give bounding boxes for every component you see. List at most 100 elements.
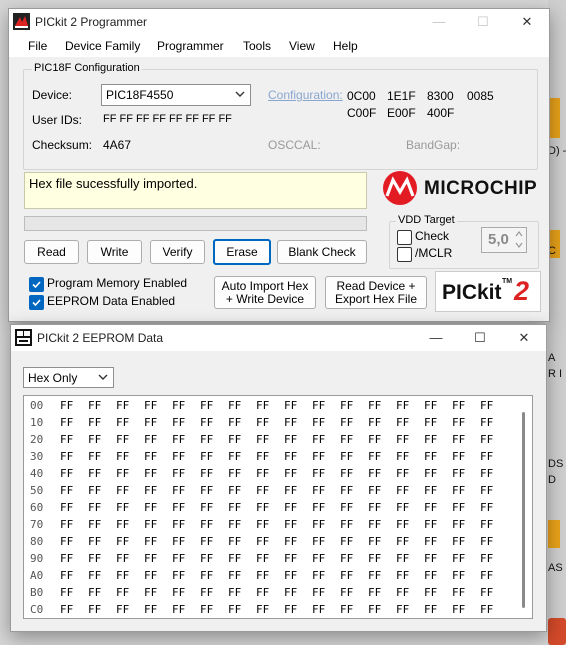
eeprom-cell[interactable]: FF: [200, 484, 213, 497]
eeprom-enabled-checkbox[interactable]: [29, 295, 44, 310]
eeprom-cell[interactable]: FF: [284, 603, 297, 616]
eeprom-cell[interactable]: FF: [60, 518, 73, 531]
eeprom-cell[interactable]: FF: [452, 399, 465, 412]
menu-programmer[interactable]: Programmer: [157, 39, 224, 53]
eeprom-cell[interactable]: FF: [116, 552, 129, 565]
eeprom-cell[interactable]: FF: [340, 518, 353, 531]
eeprom-cell[interactable]: FF: [452, 433, 465, 446]
menu-help[interactable]: Help: [333, 39, 358, 53]
eeprom-cell[interactable]: FF: [368, 552, 381, 565]
eeprom-cell[interactable]: FF: [340, 603, 353, 616]
desktop-icon[interactable]: [548, 618, 566, 645]
eeprom-cell[interactable]: FF: [144, 501, 157, 514]
eeprom-cell[interactable]: FF: [256, 416, 269, 429]
eeprom-cell[interactable]: FF: [424, 603, 437, 616]
eeprom-cell[interactable]: FF: [452, 416, 465, 429]
eeprom-cell[interactable]: FF: [228, 501, 241, 514]
eeprom-cell[interactable]: FF: [396, 433, 409, 446]
eeprom-cell[interactable]: FF: [312, 399, 325, 412]
eeprom-cell[interactable]: FF: [340, 484, 353, 497]
minimize-button[interactable]: —: [417, 9, 461, 35]
eeprom-cell[interactable]: FF: [256, 518, 269, 531]
eeprom-cell[interactable]: FF: [480, 535, 493, 548]
eeprom-cell[interactable]: FF: [480, 433, 493, 446]
eeprom-cell[interactable]: FF: [116, 416, 129, 429]
eeprom-cell[interactable]: FF: [88, 518, 101, 531]
eeprom-cell[interactable]: FF: [116, 467, 129, 480]
eeprom-cell[interactable]: FF: [228, 518, 241, 531]
eeprom-cell[interactable]: FF: [396, 416, 409, 429]
eeprom-cell[interactable]: FF: [340, 467, 353, 480]
eeprom-cell[interactable]: FF: [172, 586, 185, 599]
title-bar[interactable]: PICkit 2 EEPROM Data — ☐ ✕: [11, 325, 546, 351]
eeprom-cell[interactable]: FF: [144, 467, 157, 480]
eeprom-cell[interactable]: FF: [172, 501, 185, 514]
eeprom-cell[interactable]: FF: [284, 535, 297, 548]
eeprom-cell[interactable]: FF: [172, 399, 185, 412]
auto-import-write-button[interactable]: Auto Import Hex + Write Device: [214, 276, 316, 309]
eeprom-cell[interactable]: FF: [480, 569, 493, 582]
title-bar[interactable]: PICkit 2 Programmer — ☐ ✕: [9, 9, 549, 35]
eeprom-cell[interactable]: FF: [60, 569, 73, 582]
eeprom-cell[interactable]: FF: [116, 484, 129, 497]
eeprom-cell[interactable]: FF: [396, 399, 409, 412]
eeprom-cell[interactable]: FF: [116, 399, 129, 412]
eeprom-cell[interactable]: FF: [340, 501, 353, 514]
eeprom-cell[interactable]: FF: [60, 535, 73, 548]
eeprom-cell[interactable]: FF: [424, 501, 437, 514]
eeprom-cell[interactable]: FF: [424, 450, 437, 463]
eeprom-cell[interactable]: FF: [60, 586, 73, 599]
eeprom-cell[interactable]: FF: [172, 535, 185, 548]
eeprom-cell[interactable]: FF: [200, 535, 213, 548]
eeprom-cell[interactable]: FF: [424, 416, 437, 429]
eeprom-cell[interactable]: FF: [256, 552, 269, 565]
eeprom-cell[interactable]: FF: [172, 467, 185, 480]
eeprom-cell[interactable]: FF: [60, 552, 73, 565]
eeprom-cell[interactable]: FF: [396, 535, 409, 548]
eeprom-cell[interactable]: FF: [172, 552, 185, 565]
eeprom-cell[interactable]: FF: [312, 569, 325, 582]
write-button[interactable]: Write: [87, 240, 142, 264]
eeprom-cell[interactable]: FF: [452, 569, 465, 582]
mclr-checkbox[interactable]: [397, 247, 412, 262]
eeprom-cell[interactable]: FF: [200, 518, 213, 531]
eeprom-cell[interactable]: FF: [144, 586, 157, 599]
eeprom-cell[interactable]: FF: [200, 552, 213, 565]
eeprom-cell[interactable]: FF: [480, 552, 493, 565]
eeprom-cell[interactable]: FF: [60, 501, 73, 514]
program-memory-checkbox[interactable]: [29, 277, 44, 292]
eeprom-cell[interactable]: FF: [116, 569, 129, 582]
eeprom-cell[interactable]: FF: [228, 433, 241, 446]
eeprom-cell[interactable]: FF: [284, 433, 297, 446]
eeprom-cell[interactable]: FF: [312, 501, 325, 514]
eeprom-cell[interactable]: FF: [312, 467, 325, 480]
eeprom-cell[interactable]: FF: [228, 484, 241, 497]
eeprom-cell[interactable]: FF: [228, 535, 241, 548]
eeprom-cell[interactable]: FF: [88, 535, 101, 548]
eeprom-cell[interactable]: FF: [228, 586, 241, 599]
menu-device-family[interactable]: Device Family: [65, 39, 140, 53]
eeprom-cell[interactable]: FF: [368, 467, 381, 480]
read-export-hex-button[interactable]: Read Device + Export Hex File: [325, 276, 427, 309]
eeprom-cell[interactable]: FF: [228, 416, 241, 429]
eeprom-cell[interactable]: FF: [368, 416, 381, 429]
eeprom-cell[interactable]: FF: [116, 535, 129, 548]
eeprom-cell[interactable]: FF: [144, 433, 157, 446]
eeprom-cell[interactable]: FF: [424, 552, 437, 565]
eeprom-cell[interactable]: FF: [256, 535, 269, 548]
eeprom-cell[interactable]: FF: [172, 603, 185, 616]
eeprom-cell[interactable]: FF: [312, 484, 325, 497]
eeprom-cell[interactable]: FF: [284, 552, 297, 565]
eeprom-cell[interactable]: FF: [200, 450, 213, 463]
vdd-voltage-spinner[interactable]: 5,0: [481, 227, 527, 253]
eeprom-cell[interactable]: FF: [424, 399, 437, 412]
eeprom-cell[interactable]: FF: [480, 501, 493, 514]
eeprom-cell[interactable]: FF: [368, 518, 381, 531]
eeprom-cell[interactable]: FF: [144, 450, 157, 463]
minimize-button[interactable]: —: [414, 325, 458, 351]
eeprom-cell[interactable]: FF: [284, 518, 297, 531]
eeprom-cell[interactable]: FF: [172, 569, 185, 582]
eeprom-cell[interactable]: FF: [172, 484, 185, 497]
eeprom-cell[interactable]: FF: [312, 535, 325, 548]
verify-button[interactable]: Verify: [150, 240, 205, 264]
